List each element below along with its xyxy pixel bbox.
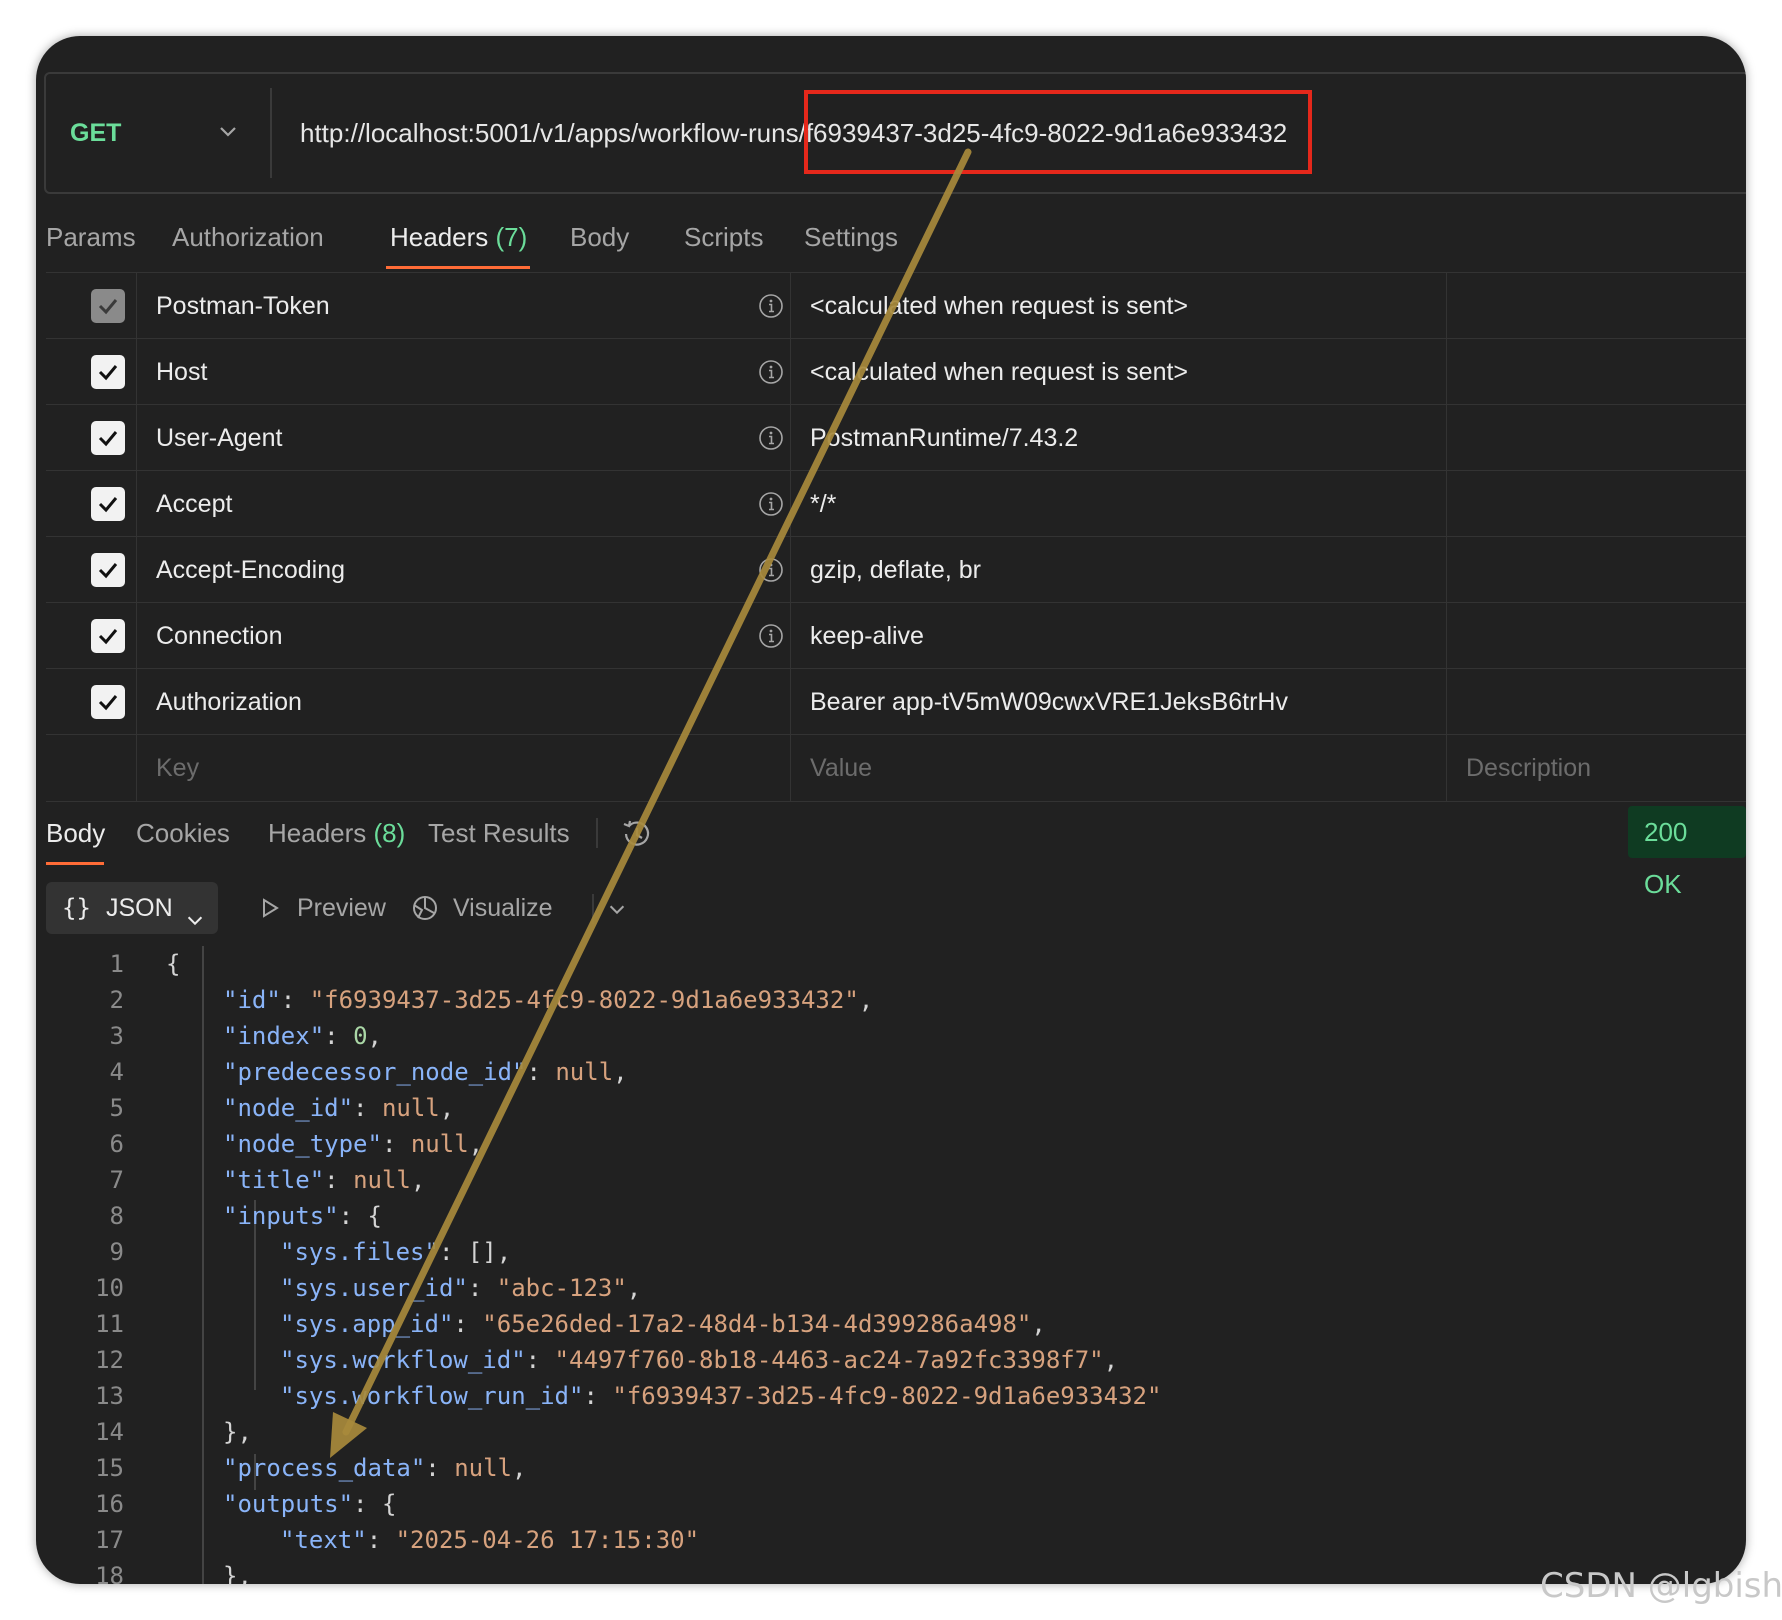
annotation-arrow [330,148,972,1458]
watermark: CSDN @lgbisha [1540,1566,1782,1606]
